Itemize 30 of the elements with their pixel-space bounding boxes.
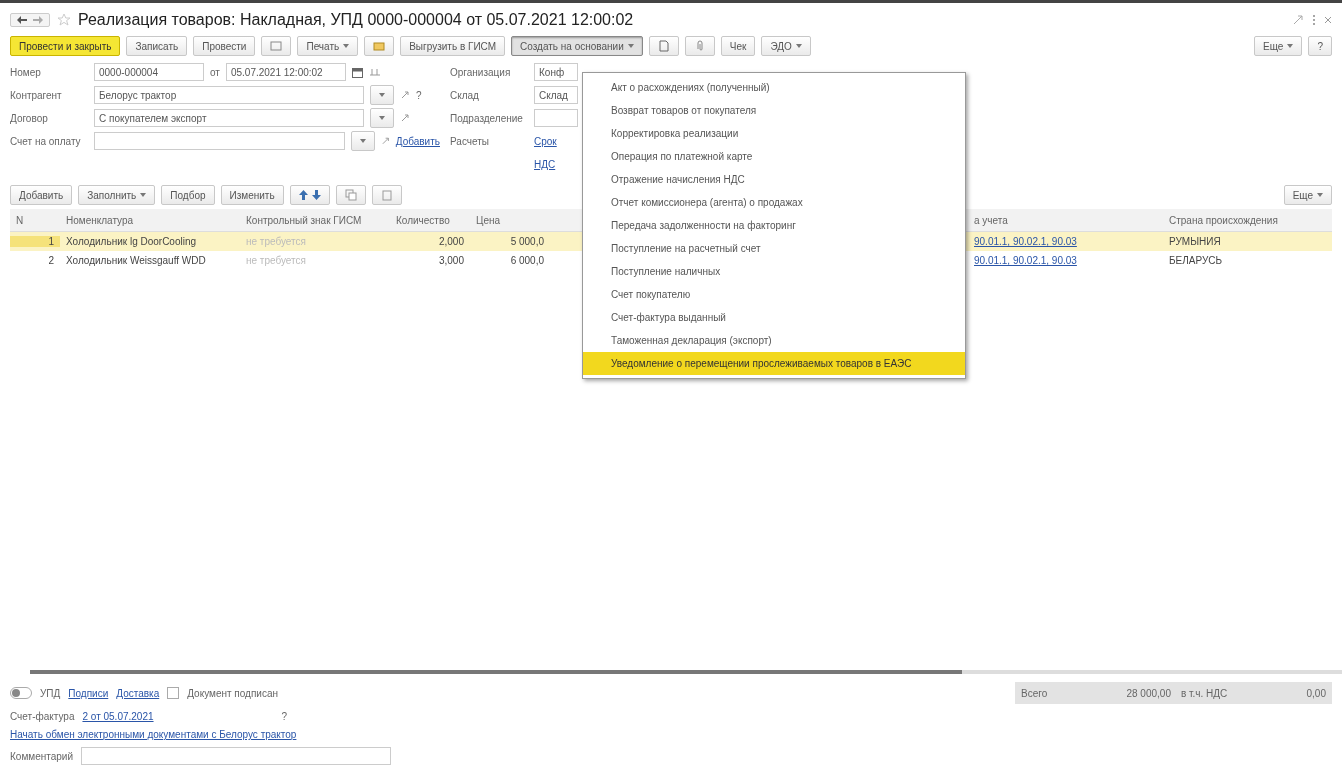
field-label: Склад (450, 89, 480, 101)
field-label: Расчеты (450, 135, 490, 147)
table-cell-text: Холодильник Weissgauff WDD (65, 255, 207, 266)
vat-label: в т.ч. НДС (1180, 687, 1228, 699)
window-title: Реализация товаров: Накладная, УПД 0000-000004 от 05.07.2021 12:00:02 (78, 11, 635, 29)
table-cell-text: 5 000,0 (509, 236, 545, 247)
table-cell-text: Холодильник lg DoorCooling (65, 236, 198, 247)
toggle-label: УПД (40, 687, 61, 699)
table-cell-text: 2,000 (437, 236, 465, 247)
field-label: от (210, 66, 220, 78)
total-amount: 28 000,00 (1126, 687, 1171, 699)
field-label: Подразделение (450, 112, 524, 124)
table-cell-text: 3,000 (437, 255, 465, 266)
table-cell-text: БЕЛАРУСЬ (1168, 255, 1224, 266)
field-label: Контрагент (10, 89, 63, 101)
table-cell-text: 2 (47, 255, 55, 266)
field-label: Договор (10, 112, 49, 124)
field-label: Счет на оплату (10, 135, 82, 147)
table-cell-text: РУМЫНИЯ (1168, 236, 1222, 247)
table-cell-text: не требуется (245, 236, 307, 247)
table-cell-text: 6 000,0 (509, 255, 545, 266)
total-label: Всего (1021, 687, 1048, 699)
vat-amount: 0,00 (1306, 687, 1326, 699)
field-label: Номер (10, 66, 42, 78)
table-cell-text: не требуется (245, 255, 307, 266)
checkbox-label: Документ подписан (187, 687, 279, 699)
field-label: Счет-фактура (10, 711, 75, 722)
field-label: Организация (450, 66, 512, 78)
field-label: Комментарий (10, 750, 73, 762)
table-cell: 1 (10, 236, 60, 247)
